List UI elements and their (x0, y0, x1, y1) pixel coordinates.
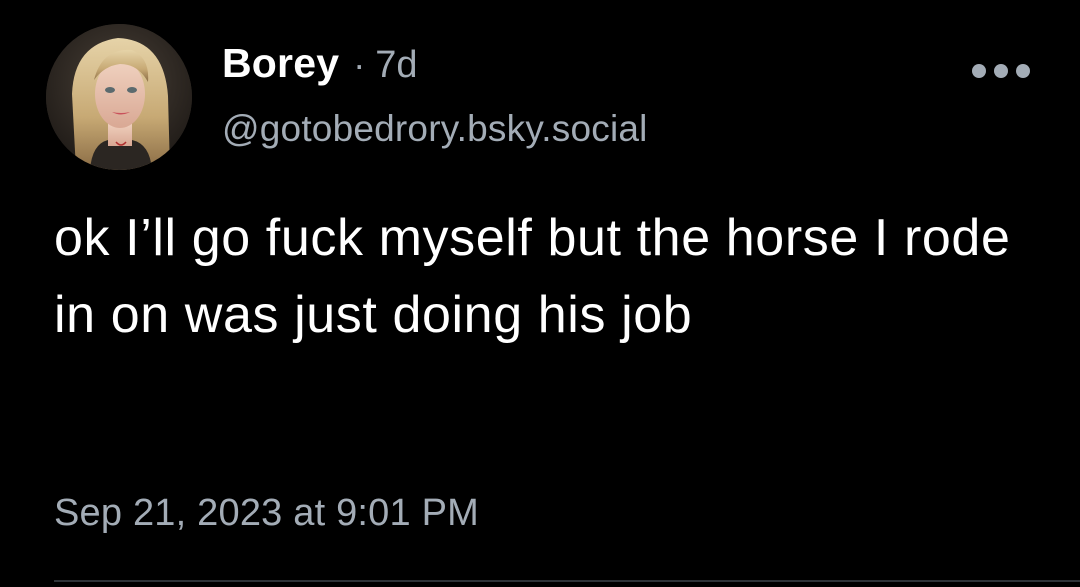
author-display-name[interactable]: Borey (222, 40, 339, 87)
avatar[interactable] (46, 24, 192, 170)
more-options-button[interactable] (972, 60, 1030, 82)
ellipsis-icon (994, 64, 1008, 78)
post-timestamp[interactable]: Sep 21, 2023 at 9:01 PM (54, 492, 479, 535)
post-age[interactable]: 7d (375, 44, 417, 87)
post-text: ok I’ll go fuck myself but the horse I r… (54, 209, 1011, 344)
author-header: Borey · 7d (222, 40, 418, 96)
ellipsis-icon (972, 64, 986, 78)
header-separator: · (353, 44, 366, 85)
ellipsis-icon (1016, 64, 1030, 78)
divider (54, 580, 1080, 582)
author-handle[interactable]: @gotobedrory.bsky.social (222, 108, 648, 150)
post-card: Borey · 7d @gotobedrory.bsky.social ok I… (0, 0, 1080, 587)
avatar-image (46, 24, 192, 170)
